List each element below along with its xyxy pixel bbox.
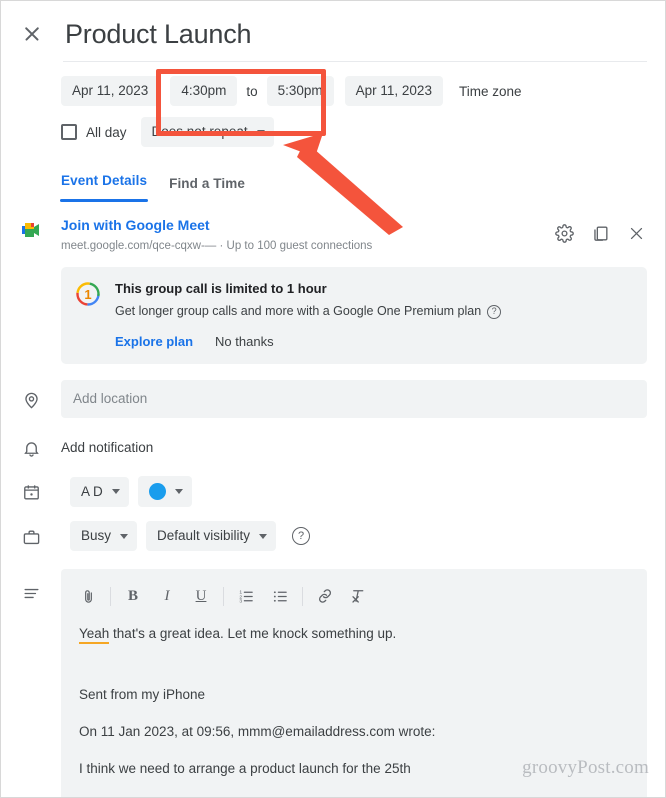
promo-description: Get longer group calls and more with a G…: [115, 304, 482, 318]
toolbar-divider: [302, 586, 303, 606]
meet-actions: [553, 216, 647, 244]
busy-dropdown[interactable]: Busy: [70, 521, 138, 551]
tab-event-details[interactable]: Event Details: [61, 173, 147, 202]
italic-icon[interactable]: I: [150, 581, 184, 611]
chevron-down-icon: [120, 533, 129, 539]
toolbar-divider: [223, 586, 224, 606]
description-paragraph-1: Yeah that's a great idea. Let me knock s…: [79, 624, 629, 644]
meet-url-and-capacity: meet.google.com/qce-cqxw-— · Up to 100 g…: [61, 239, 553, 254]
location-row: Add location: [1, 380, 665, 418]
attach-icon[interactable]: [71, 581, 105, 611]
end-date-field[interactable]: Apr 11, 2023: [344, 76, 443, 106]
join-with-google-meet-link[interactable]: Join with Google Meet: [61, 216, 553, 235]
svg-text:1: 1: [84, 287, 91, 302]
tab-bar: Event Details Find a Time: [1, 147, 665, 202]
chevron-down-icon: [174, 489, 183, 494]
description-lines-icon: [19, 581, 43, 605]
svg-text:3: 3: [239, 598, 242, 604]
start-date-field[interactable]: Apr 11, 2023: [61, 76, 160, 106]
bulleted-list-icon[interactable]: [263, 581, 297, 611]
schedule-row: Apr 11, 2023 4:30pm to 5:30pm Apr 11, 20…: [1, 62, 665, 106]
meet-url: meet.google.com/qce-cqxw-—: [61, 240, 217, 252]
recurrence-label: Does not repeat: [151, 124, 248, 139]
google-meet-icon: [19, 218, 43, 242]
end-time-field[interactable]: 5:30pm: [266, 76, 334, 106]
to-label: to: [246, 83, 258, 99]
help-icon[interactable]: ?: [487, 304, 502, 319]
copy-icon[interactable]: [589, 222, 611, 244]
availability-row: Busy Default visibility ?: [1, 521, 665, 551]
google-one-icon: 1: [75, 281, 101, 312]
description-paragraph-1-rest: that's a great idea. Let me knock someth…: [109, 626, 397, 641]
location-input[interactable]: Add location: [61, 380, 647, 418]
chevron-down-icon: [111, 489, 120, 494]
calendar-icon: [19, 481, 43, 505]
watermark: groovyPost.com: [522, 757, 649, 778]
all-day-checkbox[interactable]: [61, 124, 77, 140]
help-icon[interactable]: ?: [292, 527, 311, 545]
numbered-list-icon[interactable]: 1 2 3: [229, 581, 263, 611]
briefcase-icon: [19, 525, 43, 549]
formatting-toolbar: B I U 1 2 3: [61, 578, 647, 614]
link-icon[interactable]: [308, 581, 342, 611]
promo-actions: Explore plan No thanks: [115, 334, 631, 349]
description-content[interactable]: Yeah that's a great idea. Let me knock s…: [61, 614, 647, 778]
tab-find-a-time[interactable]: Find a Time: [169, 176, 245, 202]
gear-icon[interactable]: [553, 222, 575, 244]
meet-capacity: · Up to 100 guest connections: [219, 240, 373, 252]
recurrence-dropdown[interactable]: Does not repeat: [140, 117, 274, 147]
toolbar-divider: [110, 586, 111, 606]
add-notification-button[interactable]: Add notification: [61, 440, 153, 455]
notification-row: Add notification: [1, 434, 665, 460]
chevron-down-icon: [259, 533, 268, 539]
calendar-row: A D: [1, 476, 665, 507]
promo-description-row: Get longer group calls and more with a G…: [115, 303, 631, 320]
google-meet-details: Join with Google Meet meet.google.com/qc…: [61, 216, 553, 254]
busy-label: Busy: [81, 528, 112, 543]
calendar-owner-dropdown[interactable]: A D: [70, 476, 129, 507]
allday-row: All day Does not repeat: [1, 106, 665, 147]
google-meet-row: Join with Google Meet meet.google.com/qc…: [1, 202, 665, 254]
bold-icon[interactable]: B: [116, 581, 150, 611]
window-header: Product Launch: [1, 1, 665, 51]
description-paragraph-3: On 11 Jan 2023, at 09:56, mmm@emailaddre…: [79, 724, 436, 739]
close-icon[interactable]: [19, 21, 45, 47]
event-color-swatch: [148, 483, 166, 500]
visibility-label: Default visibility: [157, 528, 251, 543]
close-icon[interactable]: [625, 222, 647, 244]
tab-divider: [61, 201, 647, 202]
start-time-field[interactable]: 4:30pm: [170, 76, 238, 106]
no-thanks-button[interactable]: No thanks: [215, 334, 274, 349]
google-one-promo-card: 1 This group call is limited to 1 hour G…: [61, 267, 647, 364]
promo-title: This group call is limited to 1 hour: [115, 281, 327, 296]
misspelled-word: Yeah: [79, 626, 110, 644]
page-title: Product Launch: [65, 19, 252, 49]
event-editor-window: Product Launch Apr 11, 2023 4:30pm to 5:…: [0, 0, 666, 798]
chevron-down-icon: [256, 129, 265, 135]
timezone-button[interactable]: Time zone: [443, 84, 522, 99]
bell-icon: [19, 436, 43, 460]
underline-icon[interactable]: U: [184, 581, 218, 611]
all-day-label: All day: [86, 124, 127, 140]
explore-plan-button[interactable]: Explore plan: [115, 334, 193, 349]
visibility-dropdown[interactable]: Default visibility: [146, 521, 277, 551]
calendar-owner-label: A D: [81, 483, 103, 499]
location-pin-icon: [19, 388, 43, 412]
event-color-dropdown[interactable]: [137, 476, 192, 507]
clear-formatting-icon[interactable]: [342, 581, 376, 611]
description-paragraph-2: Sent from my iPhone: [79, 687, 206, 702]
